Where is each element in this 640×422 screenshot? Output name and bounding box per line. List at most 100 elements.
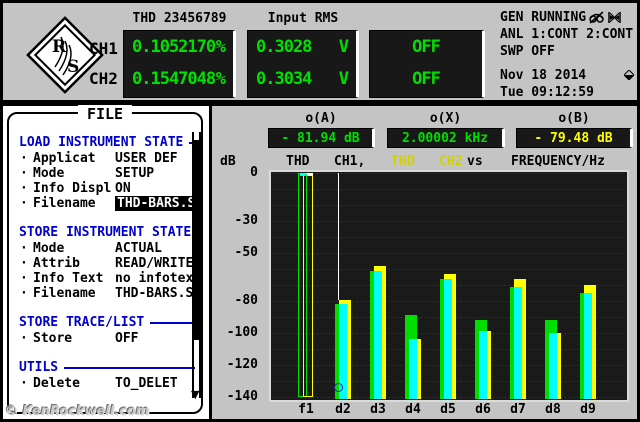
bar-outline-ch2-f1 bbox=[303, 173, 313, 397]
menu-item-label: Attrib bbox=[33, 256, 80, 271]
bullet-icon: · bbox=[20, 166, 28, 181]
menu-item-value[interactable]: ON bbox=[115, 181, 131, 196]
x-cursor-line[interactable] bbox=[338, 173, 339, 300]
menu-section: UTILS · Delete TO_DELET bbox=[19, 359, 199, 391]
bar-overlap-d7 bbox=[514, 287, 522, 399]
thd-function-title: THD 23456789 bbox=[132, 11, 227, 26]
menu-item-delete[interactable]: · Delete TO_DELET bbox=[19, 376, 199, 391]
menu-section: LOAD INSTRUMENT STATE · Applicat USER DEF · M… bbox=[19, 134, 199, 211]
generator-status-row: GEN RUNNING bbox=[500, 9, 634, 26]
ref-marker-ch1 bbox=[300, 173, 306, 176]
menu-item-value[interactable]: no infotext bbox=[115, 271, 199, 286]
x-tick-label-d2: d2 bbox=[335, 402, 351, 417]
menu-item-attrib[interactable]: · Attrib READ/WRITE bbox=[19, 256, 199, 271]
menu-item-store[interactable]: · Store OFF bbox=[19, 331, 199, 346]
menu-item-value[interactable]: THD-BARS.SA bbox=[115, 196, 199, 211]
x-tick-label-d3: d3 bbox=[370, 402, 386, 417]
rms-ch1-row: 0.3028 V bbox=[248, 31, 356, 63]
menu-item-mode[interactable]: · Mode SETUP bbox=[19, 166, 199, 181]
menu-item-label: Info Displ bbox=[33, 181, 112, 196]
y-tick-label: -100 bbox=[226, 325, 258, 340]
aux-ch2-row: OFF bbox=[370, 63, 482, 95]
svg-text:S: S bbox=[67, 57, 79, 77]
menu-item-mode[interactable]: · Mode ACTUAL bbox=[19, 241, 199, 256]
bar-overlap-d6 bbox=[479, 331, 487, 399]
menu-item-label: Filename bbox=[33, 196, 96, 211]
chart-panel: o(A) o(X) o(B) - 81.94 dB 2.00002 kHz - … bbox=[212, 106, 637, 419]
x-tick-label-d4: d4 bbox=[405, 402, 421, 417]
menu-item-value[interactable]: TO_DELET bbox=[115, 376, 178, 391]
ref-marker-ch2 bbox=[307, 173, 313, 176]
thd-ch2-value: 0.1547048 bbox=[132, 69, 216, 89]
svg-text:R: R bbox=[52, 37, 67, 57]
legend-thd-ch1: THD bbox=[286, 154, 310, 169]
x-tick-label-d5: d5 bbox=[440, 402, 456, 417]
aux-ch1-value: OFF bbox=[412, 37, 441, 57]
bar-overlap-d4 bbox=[409, 339, 417, 399]
speaker-muted-icon bbox=[608, 12, 621, 23]
headphone-muted-icon bbox=[589, 11, 604, 24]
gridline bbox=[273, 269, 625, 270]
scrollbar-down-arrow-icon[interactable]: ▼ bbox=[191, 388, 199, 401]
y-tick-label: -80 bbox=[234, 293, 258, 308]
menu-item-applicat[interactable]: · Applicat USER DEF bbox=[19, 151, 199, 166]
x-axis-title: FREQUENCY/Hz bbox=[511, 154, 605, 169]
y-tick-label: 0 bbox=[250, 165, 258, 180]
channel-1-label: CH1 bbox=[89, 39, 118, 58]
analyzer-status: ANL 1:CONT 2:CONT bbox=[500, 27, 634, 42]
aux-ch2-value: OFF bbox=[412, 69, 441, 89]
menu-item-value[interactable]: OFF bbox=[115, 331, 138, 346]
cursor-b-label: o(B) bbox=[558, 111, 590, 126]
menu-section-heading: UTILS bbox=[19, 359, 199, 376]
file-menu-panel: FILE LOAD INSTRUMENT STATE · Applicat USER … bbox=[3, 105, 209, 419]
gridline bbox=[273, 205, 625, 206]
bullet-icon: · bbox=[20, 271, 28, 286]
thd-ch1-unit: % bbox=[215, 37, 226, 57]
sweep-status: SWP OFF bbox=[500, 44, 555, 59]
status-time: Tue 09:12:59 bbox=[500, 85, 594, 100]
bullet-icon: · bbox=[20, 151, 28, 166]
menu-item-info-text[interactable]: · Info Text no infotext bbox=[19, 271, 199, 286]
y-tick-label: -140 bbox=[226, 389, 258, 404]
file-menu-content: LOAD INSTRUMENT STATE · Applicat USER DEF · M… bbox=[11, 124, 199, 410]
bar-overlap-d5 bbox=[444, 279, 452, 399]
menu-section: STORE TRACE/LIST · Store OFF bbox=[19, 314, 199, 346]
bullet-icon: · bbox=[20, 331, 28, 346]
scrollbar-thumb[interactable] bbox=[192, 140, 201, 340]
status-block: GEN RUNNING ANL 1:CONT 2:CONT SWP OFF No… bbox=[500, 9, 634, 101]
generator-status: GEN RUNNING bbox=[500, 10, 587, 25]
menu-section: STORE INSTRUMENT STATE · Mode ACTUAL · Attrib… bbox=[19, 224, 199, 301]
menu-item-label: Mode bbox=[33, 166, 65, 181]
menu-item-value[interactable]: THD-BARS.SA bbox=[115, 286, 199, 301]
top-status-bar: R S CH1 CH2 THD 23456789 0.1052170 % 0.1… bbox=[3, 3, 637, 100]
menu-item-label: Filename bbox=[33, 286, 96, 301]
menu-item-value[interactable]: ACTUAL bbox=[115, 241, 162, 256]
menu-item-filename[interactable]: · Filename THD-BARS.SA bbox=[19, 196, 199, 211]
bullet-icon: · bbox=[20, 376, 28, 391]
bar-overlap-d8 bbox=[549, 333, 557, 399]
menu-item-value[interactable]: USER DEF bbox=[115, 151, 178, 166]
bar-overlap-d9 bbox=[584, 293, 592, 399]
file-menu-title: FILE bbox=[77, 105, 133, 123]
menu-item-value[interactable]: READ/WRITE bbox=[115, 256, 193, 271]
bullet-icon: · bbox=[20, 256, 28, 271]
bar-overlap-d3 bbox=[374, 271, 382, 399]
menu-section-heading: STORE INSTRUMENT STATE bbox=[19, 225, 192, 240]
bargraph-plot-area bbox=[269, 170, 629, 402]
gridline bbox=[273, 189, 625, 190]
menu-item-info-displ[interactable]: · Info Displ ON bbox=[19, 181, 199, 196]
x-tick-label-f1: f1 bbox=[298, 402, 314, 417]
thd-readout-box: 0.1052170 % 0.1547048 % bbox=[123, 30, 236, 98]
thd-ch1-value: 0.1052170 bbox=[132, 37, 216, 57]
bullet-icon: · bbox=[20, 286, 28, 301]
bullet-icon: · bbox=[20, 241, 28, 256]
y-tick-label: -120 bbox=[226, 357, 258, 372]
menu-item-label: Store bbox=[33, 331, 73, 346]
menu-section-heading: STORE TRACE/LIST bbox=[19, 314, 199, 331]
menu-item-filename[interactable]: · Filename THD-BARS.SA bbox=[19, 286, 199, 301]
bullet-icon: · bbox=[20, 181, 28, 196]
y-tick-label: -30 bbox=[234, 213, 258, 228]
menu-item-value[interactable]: SETUP bbox=[115, 166, 154, 181]
cursor-x-readout: 2.00002 kHz bbox=[387, 128, 505, 148]
cursor-marker-circle bbox=[334, 383, 343, 392]
